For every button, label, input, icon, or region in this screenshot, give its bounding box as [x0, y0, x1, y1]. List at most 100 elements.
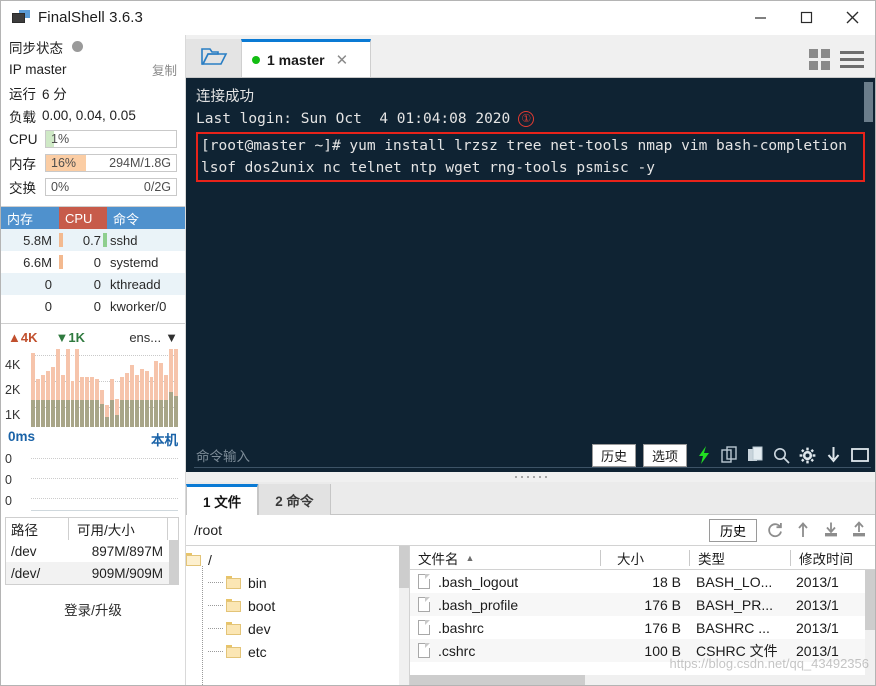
chart-bar	[174, 349, 178, 427]
sync-status-indicator	[72, 41, 83, 52]
tree-node-boot[interactable]: boot	[186, 594, 409, 617]
table-row[interactable]: .bashrc 176 B BASHRC ... 2013/1	[410, 616, 875, 639]
download-icon[interactable]	[824, 445, 843, 465]
command-bar-tools: 历史 选项	[591, 443, 869, 467]
chart-bar-download	[65, 400, 70, 427]
upload-icon[interactable]	[849, 520, 869, 540]
chart-bar-download	[55, 400, 60, 427]
close-icon[interactable]: ✕	[336, 51, 349, 69]
gear-icon[interactable]	[798, 445, 817, 465]
table-row[interactable]: 0 0 kthreadd	[1, 273, 185, 295]
chart-bar-download	[75, 400, 80, 427]
network-graph-panel: ▲4K ▼1K ens... ▼ 4K 2K 1K	[1, 323, 185, 427]
table-row[interactable]: .bash_profile 176 B BASH_PR... 2013/1	[410, 593, 875, 616]
tab-files[interactable]: 1 文件	[186, 484, 259, 515]
tree-node-root[interactable]: /	[186, 548, 409, 571]
command-history-button[interactable]: 历史	[591, 443, 636, 467]
chart-bar-upload	[110, 379, 114, 400]
chart-bar-upload	[90, 377, 95, 400]
chart-bar	[110, 379, 114, 427]
terminal-command-line-2: lsof dos2unix nc telnet ntp wget rng-too…	[201, 160, 655, 176]
close-button[interactable]	[829, 1, 875, 35]
file-size-cell: 100 B	[644, 642, 681, 659]
terminal-output[interactable]: 连接成功 Last login: Sun Oct 4 01:04:08 2020…	[186, 78, 875, 438]
table-row[interactable]: /dev/ 909M/909M	[6, 562, 169, 584]
column-header-filename[interactable]: 文件名 ▲	[410, 546, 600, 570]
table-row[interactable]: /dev 897M/897M	[6, 540, 169, 562]
chart-bar	[144, 371, 149, 427]
refresh-icon[interactable]	[765, 520, 785, 540]
path-input[interactable]: /root	[194, 522, 222, 538]
chart-bar-download	[40, 400, 45, 427]
tab-commands[interactable]: 2 命令	[258, 484, 331, 515]
command-input[interactable]: 命令输入	[196, 445, 250, 465]
paste-icon[interactable]	[746, 445, 765, 465]
sync-status-label: 同步状态	[9, 40, 63, 56]
grid-view-icon[interactable]	[809, 49, 830, 70]
table-row[interactable]: .bash_logout 18 B BASH_LO... 2013/1	[410, 570, 875, 593]
disk-col-path[interactable]: 路径	[6, 519, 68, 539]
terminal-last-login-line: Last login: Sun Oct 4 01:04:08 2020 ①	[196, 108, 865, 130]
chart-bar	[75, 349, 80, 427]
terminal-scrollbar[interactable]	[864, 82, 873, 398]
command-options-button[interactable]: 选项	[642, 443, 687, 467]
file-type-cell: BASH_PR...	[696, 596, 774, 613]
process-col-cpu[interactable]: CPU	[59, 207, 107, 229]
tree-node-label: /	[208, 551, 212, 568]
file-list-header: 文件名 ▲ 大小 类型 修改时间	[410, 546, 875, 570]
lightning-icon[interactable]	[694, 445, 713, 465]
network-graph: 4K 2K 1K	[1, 347, 185, 427]
column-header-modified[interactable]: 修改时间	[791, 546, 875, 570]
file-icon	[418, 643, 430, 658]
login-upgrade-button[interactable]: 登录/升级	[1, 585, 185, 619]
minimize-button[interactable]	[737, 1, 783, 35]
file-list-vscrollbar[interactable]	[865, 570, 875, 675]
chart-bar-download	[110, 400, 114, 427]
chart-bar-download	[80, 400, 85, 427]
table-row[interactable]: 0 0 kworker/0	[1, 295, 185, 317]
tree-node-bin[interactable]: bin	[186, 571, 409, 594]
disk-col-size[interactable]: 可用/大小	[69, 519, 167, 539]
memory-meter: 16% 294M/1.8G	[45, 154, 177, 172]
pane-splitter[interactable]	[186, 472, 875, 482]
disk-table-scrollbar[interactable]	[169, 540, 178, 584]
file-icon	[418, 620, 430, 635]
table-row[interactable]: 6.6M 0 systemd	[1, 251, 185, 273]
network-interface-selector[interactable]: ens... ▼	[129, 330, 178, 345]
chart-bar-upload	[40, 375, 45, 400]
tree-node-dev[interactable]: dev	[186, 617, 409, 640]
cpu-meter-pct: 1%	[51, 132, 70, 146]
process-mem: 0	[44, 276, 52, 292]
chart-bar	[31, 353, 35, 427]
chart-bar	[80, 377, 85, 427]
column-header-size[interactable]: 大小	[601, 546, 689, 570]
copy-button[interactable]: 复制	[152, 60, 177, 79]
table-row[interactable]: .cshrc 100 B CSHRC 文件 2013/1	[410, 639, 875, 662]
process-col-command[interactable]: 命令	[107, 207, 185, 229]
window-icon[interactable]	[850, 445, 869, 465]
column-header-type[interactable]: 类型	[690, 546, 790, 570]
process-table-header: 内存 CPU 命令	[1, 207, 185, 229]
parent-dir-icon[interactable]	[793, 520, 813, 540]
download-icon[interactable]	[821, 520, 841, 540]
cpu-meter: 1%	[45, 130, 177, 148]
directory-tree-scrollbar[interactable]	[399, 546, 409, 685]
table-row[interactable]: 5.8M 0.7 sshd	[1, 229, 185, 251]
maximize-button[interactable]	[783, 1, 829, 35]
file-icon	[418, 574, 430, 589]
chart-bar	[45, 371, 50, 427]
path-history-button[interactable]: 历史	[708, 518, 757, 542]
disk-path: /dev/	[11, 565, 41, 581]
hamburger-menu-icon[interactable]	[840, 51, 864, 68]
chart-bar	[119, 377, 124, 427]
process-col-memory[interactable]: 内存	[1, 207, 59, 229]
search-icon[interactable]	[772, 445, 791, 465]
copy-icon[interactable]	[720, 445, 739, 465]
file-type-cell: BASHRC ...	[696, 619, 770, 636]
open-folder-button[interactable]	[186, 39, 241, 77]
tree-node-etc[interactable]: etc	[186, 640, 409, 663]
session-tab-master[interactable]: 1 master ✕	[241, 39, 371, 77]
axis-tick: 0	[5, 452, 12, 467]
file-list-hscrollbar[interactable]	[410, 675, 875, 685]
chart-bar-upload	[119, 377, 124, 400]
